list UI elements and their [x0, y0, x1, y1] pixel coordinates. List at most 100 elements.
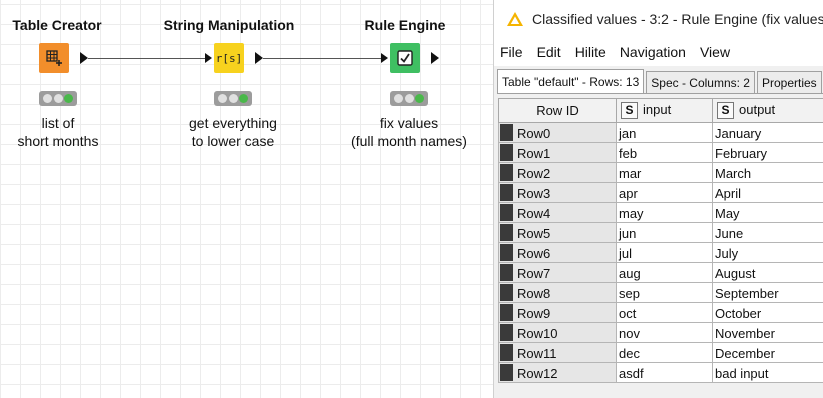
node-rule-engine[interactable]: [390, 43, 420, 73]
tab-table-default[interactable]: Table "default" - Rows: 13: [497, 69, 645, 93]
warning-triangle-icon: [507, 12, 523, 26]
cell-input[interactable]: nov: [616, 322, 713, 343]
cell-output[interactable]: August: [712, 262, 823, 283]
table-row[interactable]: Row6 jul July: [498, 242, 823, 263]
menu-navigation[interactable]: Navigation: [620, 44, 686, 60]
cell-input[interactable]: oct: [616, 302, 713, 323]
out-port[interactable]: [80, 52, 88, 64]
cell-input[interactable]: aug: [616, 262, 713, 283]
table-row[interactable]: Row5 jun June: [498, 222, 823, 243]
string-manipulation-icon: r[s]: [215, 51, 243, 65]
cell-output[interactable]: June: [712, 222, 823, 243]
row-color-marker: [500, 124, 513, 141]
cell-output[interactable]: September: [712, 282, 823, 303]
node-table-creator[interactable]: [39, 43, 69, 73]
window-title: Classified values - 3:2 - Rule Engine (f…: [532, 11, 823, 27]
cell-input[interactable]: sep: [616, 282, 713, 303]
row-id-cell[interactable]: Row10: [498, 322, 617, 343]
column-header-output-label: output: [739, 101, 776, 117]
cell-input[interactable]: jan: [616, 122, 713, 143]
column-header-output[interactable]: Soutput: [712, 98, 823, 123]
cell-output[interactable]: November: [712, 322, 823, 343]
cell-output[interactable]: March: [712, 162, 823, 183]
row-id-cell[interactable]: Row2: [498, 162, 617, 183]
status-traffic-light: [390, 91, 428, 106]
cell-output[interactable]: bad input: [712, 362, 823, 383]
table-row[interactable]: Row7 aug August: [498, 262, 823, 283]
menu-edit[interactable]: Edit: [537, 44, 561, 60]
in-port[interactable]: [205, 53, 212, 63]
cell-input[interactable]: asdf: [616, 362, 713, 383]
column-header-rowid[interactable]: Row ID: [498, 98, 617, 123]
row-id-cell[interactable]: Row0: [498, 122, 617, 143]
cell-input[interactable]: apr: [616, 182, 713, 203]
cell-input[interactable]: jul: [616, 242, 713, 263]
tab-spec[interactable]: Spec - Columns: 2: [646, 71, 755, 93]
cell-input[interactable]: feb: [616, 142, 713, 163]
table-row[interactable]: Row9 oct October: [498, 302, 823, 323]
table-row[interactable]: Row8 sep September: [498, 282, 823, 303]
table-row[interactable]: Row4 may May: [498, 202, 823, 223]
row-id-cell[interactable]: Row12: [498, 362, 617, 383]
cell-output[interactable]: May: [712, 202, 823, 223]
connection-line[interactable]: [263, 58, 383, 59]
status-traffic-light: [214, 91, 252, 106]
row-id-cell[interactable]: Row8: [498, 282, 617, 303]
row-id-cell[interactable]: Row3: [498, 182, 617, 203]
table-row[interactable]: Row11 dec December: [498, 342, 823, 363]
row-id-cell[interactable]: Row1: [498, 142, 617, 163]
cell-output[interactable]: January: [712, 122, 823, 143]
menu-view[interactable]: View: [700, 44, 730, 60]
table-row[interactable]: Row0 jan January: [498, 122, 823, 143]
node-title-table-creator: Table Creator: [12, 17, 102, 33]
in-port[interactable]: [381, 53, 388, 63]
cell-output[interactable]: February: [712, 142, 823, 163]
cell-output[interactable]: July: [712, 242, 823, 263]
row-id-cell[interactable]: Row6: [498, 242, 617, 263]
node-title-rule-engine: Rule Engine: [364, 17, 446, 33]
node-description: fix values (full month names): [351, 115, 467, 149]
table-row[interactable]: Row2 mar March: [498, 162, 823, 183]
menu-hilite[interactable]: Hilite: [575, 44, 606, 60]
row-color-marker: [500, 184, 513, 201]
row-color-marker: [500, 284, 513, 301]
cell-output[interactable]: October: [712, 302, 823, 323]
table-row[interactable]: Row10 nov November: [498, 322, 823, 343]
row-id-cell[interactable]: Row4: [498, 202, 617, 223]
node-description: list of short months: [17, 115, 99, 149]
row-id-cell[interactable]: Row11: [498, 342, 617, 363]
cell-input[interactable]: may: [616, 202, 713, 223]
status-traffic-light: [39, 91, 77, 106]
menu-bar: File Edit Hilite Navigation View: [494, 38, 823, 66]
row-color-marker: [500, 164, 513, 181]
row-color-marker: [500, 144, 513, 161]
cell-output[interactable]: April: [712, 182, 823, 203]
row-id-cell[interactable]: Row7: [498, 262, 617, 283]
cell-input[interactable]: mar: [616, 162, 713, 183]
row-color-marker: [500, 324, 513, 341]
table-view-window: Classified values - 3:2 - Rule Engine (f…: [493, 0, 823, 398]
tab-bar: Table "default" - Rows: 13 Spec - Column…: [497, 69, 823, 94]
table-row[interactable]: Row3 apr April: [498, 182, 823, 203]
table-row[interactable]: Row1 feb February: [498, 142, 823, 163]
out-port[interactable]: [255, 52, 263, 64]
row-id-cell[interactable]: Row9: [498, 302, 617, 323]
row-color-marker: [500, 264, 513, 281]
column-header-input[interactable]: Sinput: [616, 98, 713, 123]
row-id-cell[interactable]: Row5: [498, 222, 617, 243]
row-color-marker: [500, 204, 513, 221]
table-grid-icon: [46, 50, 62, 66]
connection-line[interactable]: [88, 58, 206, 59]
cell-input[interactable]: jun: [616, 222, 713, 243]
cell-output[interactable]: December: [712, 342, 823, 363]
window-titlebar[interactable]: Classified values - 3:2 - Rule Engine (f…: [494, 0, 823, 38]
out-port[interactable]: [431, 52, 439, 64]
table-row[interactable]: Row12 asdf bad input: [498, 362, 823, 383]
cell-input[interactable]: dec: [616, 342, 713, 363]
tab-properties[interactable]: Properties: [756, 71, 822, 93]
node-string-manipulation[interactable]: r[s]: [214, 43, 244, 73]
row-color-marker: [500, 364, 513, 381]
string-type-icon: S: [621, 102, 638, 120]
row-color-marker: [500, 344, 513, 361]
menu-file[interactable]: File: [500, 44, 523, 60]
